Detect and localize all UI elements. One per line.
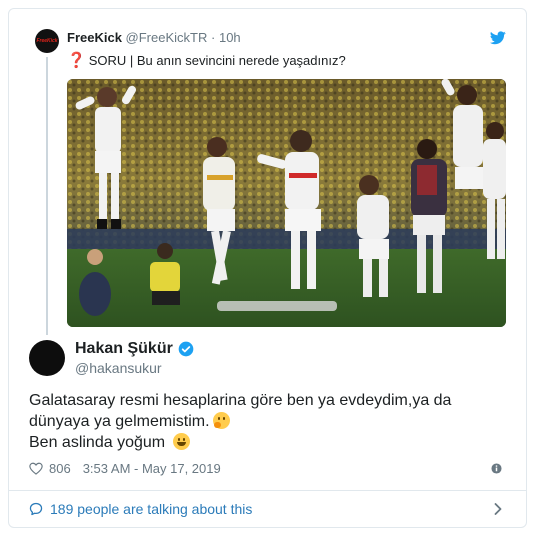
info-icon[interactable] — [491, 463, 502, 474]
talking-about-this-link[interactable]: 189 people are talking about this — [9, 491, 526, 527]
tweet-card: FreeKick FreeKick @FreeKickTR · 10h ❓ SO… — [8, 8, 527, 528]
quoted-separator: · — [211, 30, 216, 45]
quoted-tweet-body: SORU | Bu anın sevincini nerede yaşadını… — [88, 52, 346, 68]
author-handle[interactable]: @hakansukur — [75, 360, 162, 376]
tweet-timestamp[interactable]: 3:53 AM - May 17, 2019 — [83, 461, 221, 476]
tweet-photo[interactable] — [67, 79, 506, 327]
like-count[interactable]: 806 — [49, 461, 71, 476]
quoted-avatar-logo: FreeKick — [36, 38, 58, 44]
quoted-tweet-header: FreeKick @FreeKickTR · 10h — [67, 30, 241, 45]
thinking-face-emoji — [212, 412, 230, 429]
quoted-tweet-text: ❓ SORU | Bu anın sevincini nerede yaşadı… — [67, 51, 346, 69]
red-question-mark-icon: ❓ — [67, 51, 86, 69]
talking-about-this-label: 189 people are talking about this — [50, 501, 253, 517]
twitter-bird-icon[interactable] — [490, 31, 506, 45]
quoted-timestamp[interactable]: 10h — [219, 30, 241, 45]
quoted-author-avatar[interactable]: FreeKick — [35, 29, 59, 53]
quoted-author-handle[interactable]: @FreeKickTR — [126, 30, 208, 45]
tweet-text: Galatasaray resmi hesaplarina göre ben y… — [29, 390, 499, 453]
thread-line — [46, 57, 48, 335]
verified-badge-icon — [178, 341, 194, 357]
tweet-text-line-3-text: Ben aslinda yoğum — [29, 434, 166, 451]
author-name[interactable]: Hakan Şükür — [75, 340, 173, 358]
tweet-meta-row: 806 3:53 AM - May 17, 2019 — [29, 461, 221, 476]
grinning-face-emoji — [172, 433, 190, 450]
author-avatar[interactable] — [29, 340, 65, 376]
celebration-photo-illustration — [67, 79, 506, 327]
tweet-text-line-2: dünyaya ya gelmemistim. — [29, 411, 499, 432]
comment-icon — [29, 502, 43, 516]
tweet-text-line-2-text: dünyaya ya gelmemistim. — [29, 413, 210, 430]
author-name-row: Hakan Şükür — [75, 340, 194, 358]
tweet-text-line-3: Ben aslinda yoğum — [29, 432, 499, 453]
quoted-author-name[interactable]: FreeKick — [67, 30, 122, 45]
tweet-text-line-1: Galatasaray resmi hesaplarina göre ben y… — [29, 392, 452, 409]
chevron-right-icon — [494, 503, 502, 515]
heart-icon[interactable] — [29, 462, 43, 475]
